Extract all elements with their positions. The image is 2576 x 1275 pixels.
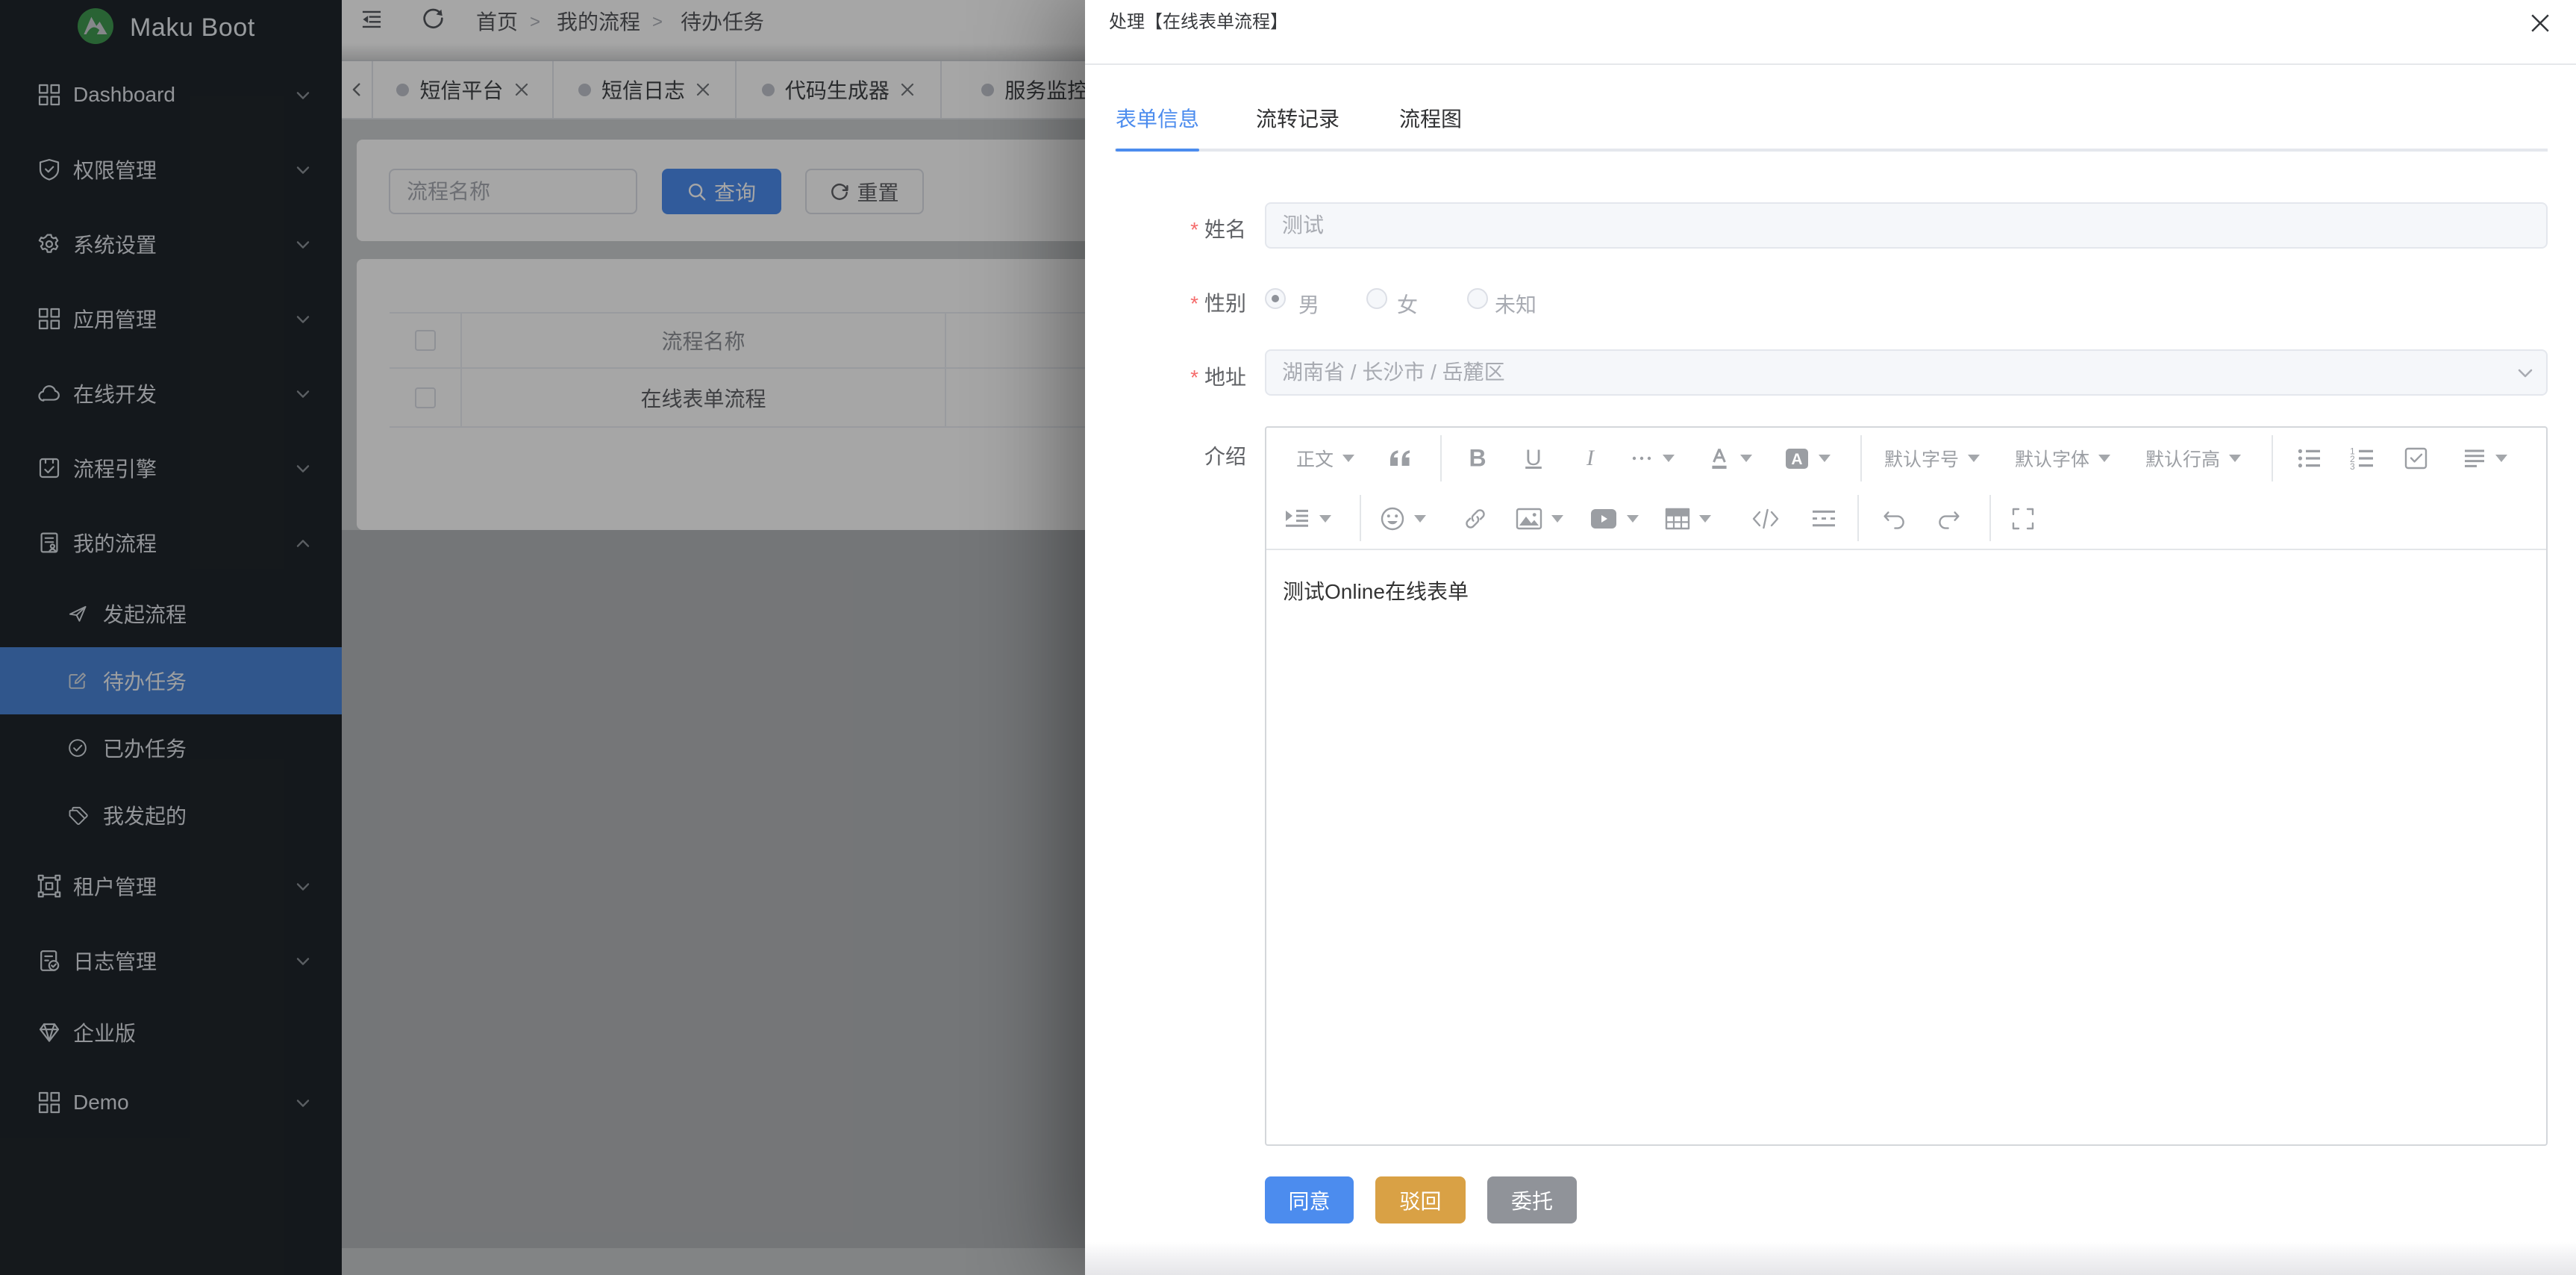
svg-text:3: 3 xyxy=(2350,461,2355,470)
svg-text:A: A xyxy=(1791,451,1802,468)
